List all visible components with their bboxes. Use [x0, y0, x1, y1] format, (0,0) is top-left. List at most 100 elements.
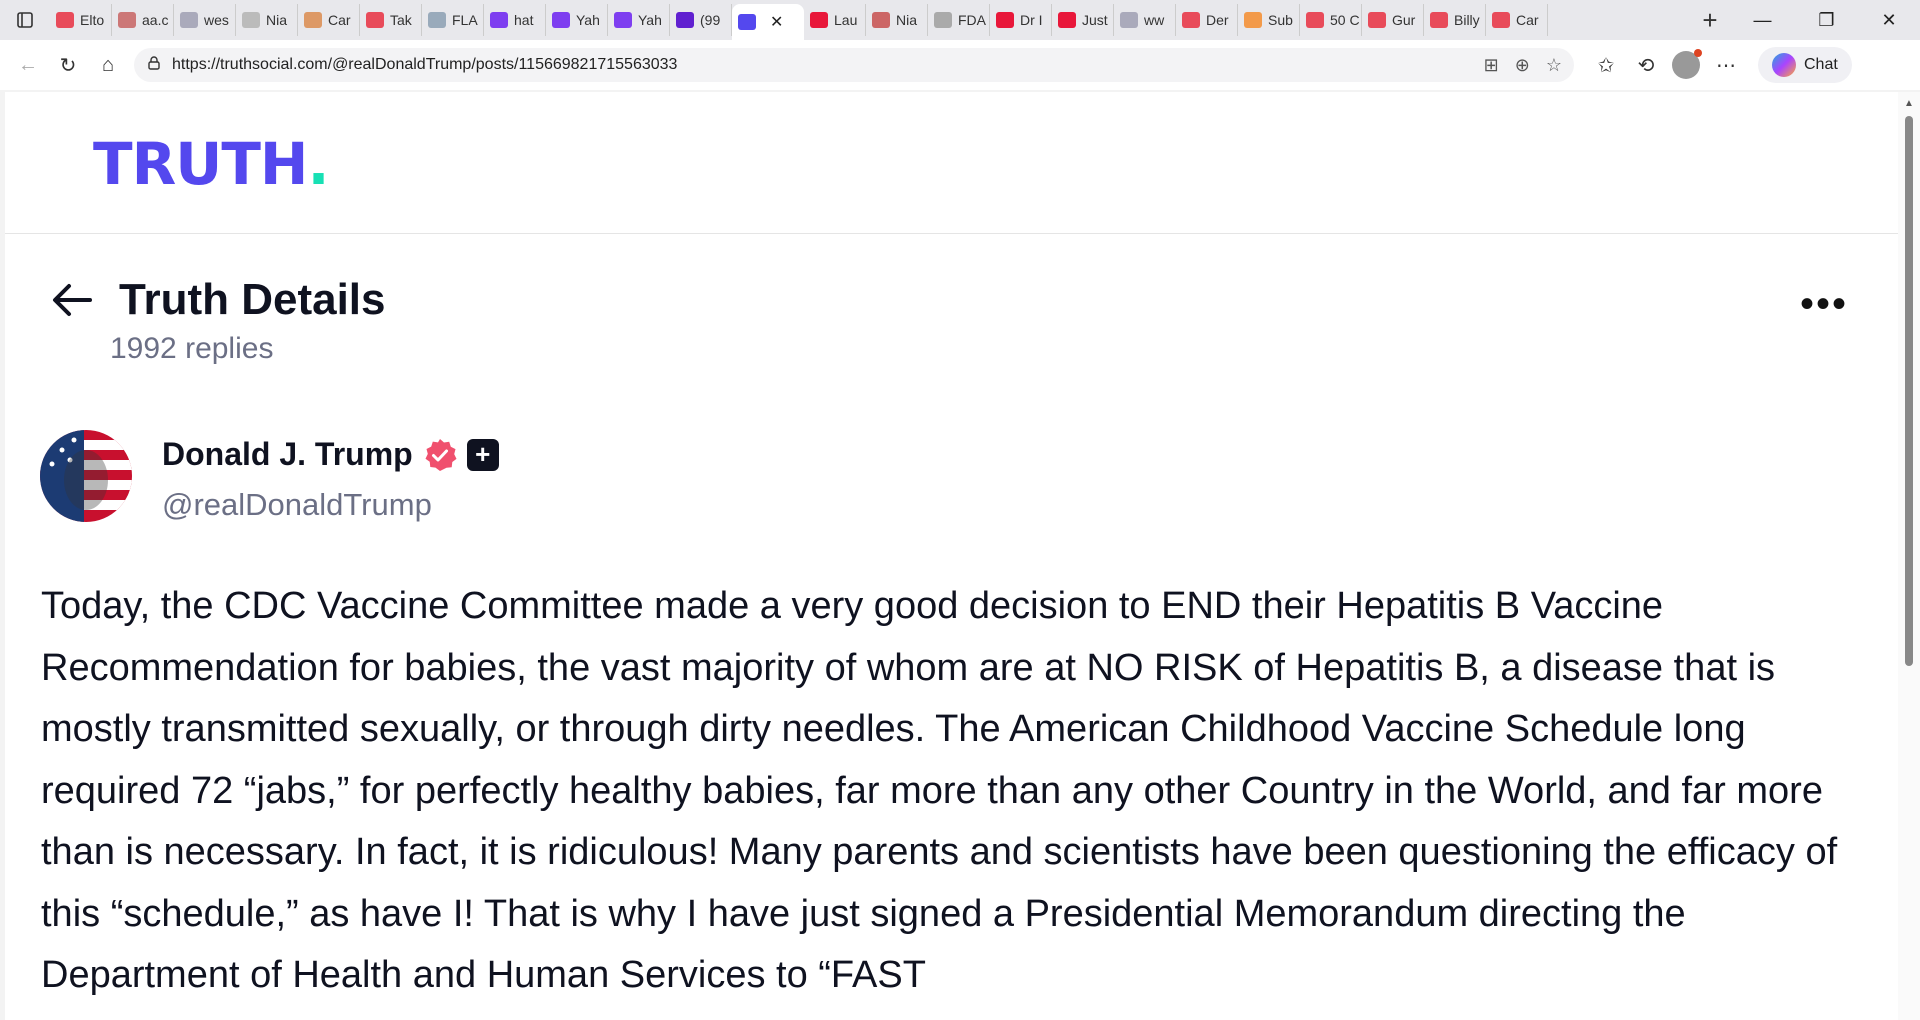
minimize-icon[interactable]: — [1753, 10, 1771, 31]
tab-favicon-icon [934, 12, 952, 28]
browser-tab[interactable]: Car [298, 4, 360, 36]
tab-label: FDA [958, 12, 986, 28]
tab-favicon-icon [676, 12, 694, 28]
page-content: TRUTH. Truth Details 1992 replies ••• Do… [5, 92, 1898, 1020]
tab-label: Nia [266, 12, 288, 28]
browser-tab[interactable]: Dr I [990, 4, 1052, 36]
browser-tab[interactable]: aa.c [112, 4, 174, 36]
avatar[interactable] [40, 430, 132, 522]
home-button[interactable]: ⌂ [88, 47, 128, 83]
browser-tab[interactable]: Gur [1362, 4, 1424, 36]
tab-favicon-icon [810, 12, 828, 28]
tab-favicon-icon [242, 12, 260, 28]
browser-tab[interactable]: ✕ [732, 4, 804, 40]
tab-label: Nia [896, 12, 918, 28]
chat-label: Chat [1804, 56, 1838, 73]
history-icon[interactable]: ⟲ [1626, 47, 1666, 83]
tab-close-icon[interactable]: ✕ [770, 12, 783, 32]
favorites-icon[interactable]: ✩ [1586, 47, 1626, 83]
tab-favicon-icon [1306, 12, 1324, 28]
url-text[interactable]: https://truthsocial.com/@realDonaldTrump… [172, 56, 1484, 74]
tab-label: Sub [1268, 12, 1293, 28]
page-scrollbar[interactable]: ▲ [1898, 92, 1920, 1020]
browser-tab[interactable]: Sub [1238, 4, 1300, 36]
truth-logo[interactable]: TRUTH. [93, 130, 329, 198]
tab-favicon-icon [366, 12, 384, 28]
tab-favicon-icon [118, 12, 136, 28]
app-available-icon[interactable]: ⊞ [1484, 55, 1499, 76]
profile-picture-flag-icon [40, 430, 132, 522]
browser-tab[interactable]: Der [1176, 4, 1238, 36]
tab-favicon-icon [1368, 12, 1386, 28]
site-header: TRUTH. [5, 92, 1898, 234]
tab-label: Tak [390, 12, 412, 28]
browser-tab[interactable]: Yah [546, 4, 608, 36]
back-button[interactable]: ← [8, 47, 48, 83]
copilot-icon [1772, 53, 1796, 77]
browser-tab[interactable]: Lau [804, 4, 866, 36]
truth-plus-badge: + [466, 438, 499, 471]
site-info-icon[interactable] [146, 55, 162, 76]
tab-favicon-icon [180, 12, 198, 28]
copilot-chat-button[interactable]: Chat [1758, 47, 1852, 83]
browser-tab[interactable]: Car [1486, 4, 1548, 36]
browser-tab[interactable]: Billy [1424, 4, 1486, 36]
refresh-button[interactable]: ↻ [48, 47, 88, 83]
favorite-star-icon[interactable]: ☆ [1546, 55, 1562, 76]
tab-favicon-icon [872, 12, 890, 28]
tab-label: FLA [452, 12, 478, 28]
tab-label: Dr I [1020, 12, 1043, 28]
settings-menu-icon[interactable]: ⋯ [1706, 47, 1746, 83]
tab-actions-icon [17, 12, 33, 28]
tab-favicon-icon [1182, 12, 1200, 28]
tab-label: ww [1144, 12, 1165, 28]
restore-icon[interactable]: ❐ [1818, 10, 1834, 31]
tab-favicon-icon [304, 12, 322, 28]
tab-label: 50 C [1330, 12, 1360, 28]
tab-favicon-icon [1244, 12, 1262, 28]
browser-tab[interactable]: wes [174, 4, 236, 36]
browser-tab[interactable]: Nia [866, 4, 928, 36]
scroll-up-icon[interactable]: ▲ [1904, 98, 1914, 109]
browser-tab[interactable]: ww [1114, 4, 1176, 36]
tab-label: Billy [1454, 12, 1480, 28]
scroll-thumb[interactable] [1905, 116, 1913, 666]
browser-tab[interactable]: FLA [422, 4, 484, 36]
tab-actions-button[interactable] [0, 0, 50, 40]
tab-favicon-icon [490, 12, 508, 28]
more-options-button[interactable]: ••• [1800, 282, 1848, 327]
author-name[interactable]: Donald J. Trump [162, 436, 413, 473]
tab-favicon-icon [1430, 12, 1448, 28]
page-title: Truth Details [119, 275, 386, 324]
browser-tab[interactable]: Tak [360, 4, 422, 36]
reply-count: 1992 replies [110, 332, 274, 365]
browser-tab[interactable]: Just [1052, 4, 1114, 36]
browser-tab[interactable]: hat [484, 4, 546, 36]
logo-dot: . [307, 130, 329, 198]
tab-label: Der [1206, 12, 1229, 28]
detail-title-row: Truth Details [47, 275, 386, 325]
browser-tab[interactable]: Elto [50, 4, 112, 36]
browser-tab[interactable]: Yah [608, 4, 670, 36]
tab-label: Yah [638, 12, 662, 28]
tab-favicon-icon [614, 12, 632, 28]
profile-avatar [1672, 49, 1702, 79]
tab-label: Lau [834, 12, 858, 28]
browser-tab[interactable]: Nia [236, 4, 298, 36]
profile-button[interactable] [1666, 47, 1706, 83]
tab-favicon-icon [1120, 12, 1138, 28]
author-handle[interactable]: @realDonaldTrump [162, 487, 499, 523]
address-bar[interactable]: https://truthsocial.com/@realDonaldTrump… [134, 48, 1574, 82]
tab-strip: Elto aa.c wes Nia Car Tak FLA hat Yah Yah (99 ✕ Lau N… [0, 0, 1920, 40]
browser-tab[interactable]: (99 [670, 4, 732, 36]
browser-tab[interactable]: 50 C [1300, 4, 1362, 36]
browser-toolbar: ← ↻ ⌂ https://truthsocial.com/@realDonal… [0, 40, 1920, 90]
new-tab-button[interactable]: + [1690, 5, 1730, 36]
post-body: Today, the CDC Vaccine Committee made a … [41, 585, 1838, 996]
browser-tab[interactable]: FDA [928, 4, 990, 36]
zoom-icon[interactable]: ⊕ [1515, 55, 1530, 76]
tab-favicon-icon [552, 12, 570, 28]
back-arrow-button[interactable] [47, 275, 97, 325]
tab-label: Yah [576, 12, 600, 28]
close-window-icon[interactable]: ✕ [1881, 10, 1896, 31]
